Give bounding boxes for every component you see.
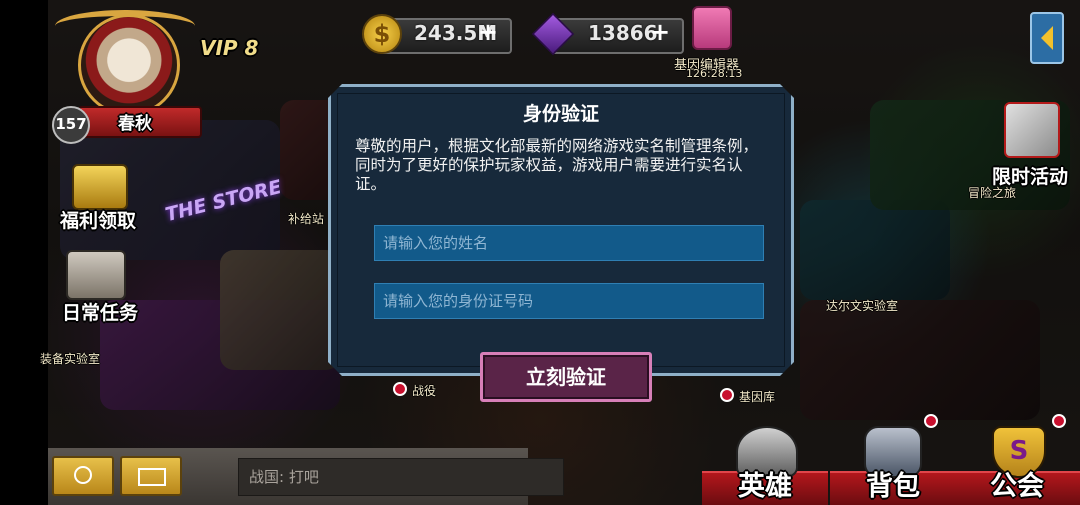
- tab-guild[interactable]: S 公会: [954, 414, 1080, 505]
- avatar-horns: [55, 10, 195, 42]
- battle-marker-icon: [393, 382, 407, 396]
- identity-verification-dialog: 身份验证 尊敬的用户，根据文化部最新的网络游戏实名制管理条例，同时为了更好的保护…: [328, 84, 794, 376]
- friends-button[interactable]: [52, 456, 114, 496]
- tab-bag-label: 背包: [866, 471, 920, 502]
- gems-value: 13866: [588, 21, 658, 45]
- friends-icon: [74, 466, 92, 484]
- gene-editor-timer: 126:28:13: [686, 67, 743, 80]
- guild-notification-icon: [1052, 414, 1066, 428]
- equip-lab-label[interactable]: 装备实验室: [40, 350, 100, 367]
- add-gems-button[interactable]: +: [650, 20, 670, 44]
- vip-badge[interactable]: VIP 8: [200, 36, 258, 60]
- player-level: 157: [55, 115, 87, 133]
- battle-label[interactable]: 战役: [412, 382, 436, 399]
- dialog-message: 尊敬的用户，根据文化部最新的网络游戏实名制管理条例，同时为了更好的保护玩家权益，…: [355, 137, 759, 193]
- bag-notification-icon: [924, 414, 938, 428]
- gift-box-icon[interactable]: [692, 6, 732, 50]
- limited-event-icon[interactable]: [1004, 102, 1060, 158]
- chat-bar: 战国: 打吧: [48, 448, 564, 505]
- coin-icon: $: [362, 14, 402, 54]
- darwin-lab-label[interactable]: 达尔文实验室: [826, 297, 898, 314]
- tab-hero[interactable]: 英雄: [702, 426, 828, 505]
- game-scene: VIP 8 春秋 157 $ 243.5M + 13866 + 基因编辑器 12…: [0, 0, 1080, 505]
- tab-bag[interactable]: 背包: [830, 414, 956, 505]
- player-name: 春秋: [118, 114, 152, 134]
- add-coins-button[interactable]: +: [478, 20, 498, 44]
- limited-event-label[interactable]: 限时活动: [992, 162, 1068, 189]
- daily-task-label[interactable]: 日常任务: [62, 298, 138, 325]
- collapse-arrow-button[interactable]: [1030, 12, 1064, 64]
- tab-guild-label: 公会: [990, 471, 1044, 502]
- gene-bank-label[interactable]: 基因库: [739, 388, 775, 405]
- welfare-label[interactable]: 福利领取: [60, 206, 136, 233]
- name-input[interactable]: [374, 225, 764, 261]
- chat-message[interactable]: 战国: 打吧: [238, 458, 564, 496]
- mail-icon: [138, 468, 166, 486]
- dialog-title: 身份验证: [522, 103, 599, 125]
- id-number-input[interactable]: [374, 283, 764, 319]
- welfare-icon[interactable]: [72, 164, 128, 210]
- left-letterbox: [0, 0, 48, 505]
- gene-bank-marker-icon: [720, 388, 734, 402]
- tab-hero-label: 英雄: [738, 471, 792, 502]
- supply-label[interactable]: 补给站: [288, 210, 324, 227]
- daily-task-icon[interactable]: [66, 250, 126, 300]
- mail-button[interactable]: [120, 456, 182, 496]
- chevron-left-icon: [1041, 26, 1053, 50]
- verify-now-button[interactable]: 立刻验证: [480, 352, 652, 402]
